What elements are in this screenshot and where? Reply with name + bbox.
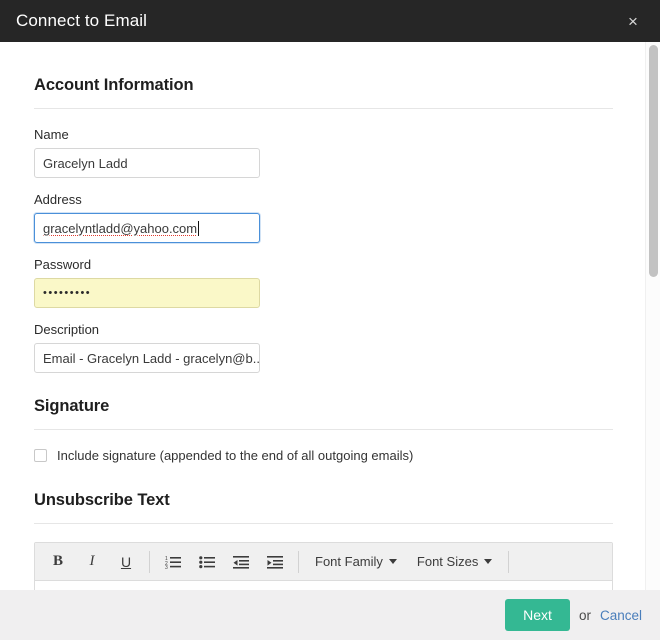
editor-text-area[interactable] — [35, 581, 612, 590]
close-icon[interactable]: × — [624, 12, 642, 30]
chevron-down-icon-2 — [484, 559, 493, 564]
bullet-list-icon[interactable] — [190, 547, 224, 577]
include-signature-checkbox[interactable] — [34, 449, 47, 462]
dialog-footer: Next or Cancel — [0, 590, 660, 640]
font-sizes-label: Font Sizes — [416, 554, 479, 569]
chevron-down-icon — [388, 559, 397, 564]
description-label: Description — [34, 322, 100, 337]
address-input[interactable]: gracelyntladd@yahoo.com — [34, 213, 260, 243]
unsubscribe-divider — [34, 523, 613, 524]
address-field-group: Address gracelyntladd@yahoo.com — [34, 192, 626, 243]
description-input-value: Email - Gracelyn Ladd - gracelyn@b... — [43, 350, 260, 366]
dialog-titlebar: Connect to Email × — [0, 0, 660, 42]
include-signature-row[interactable]: Include signature (appended to the end o… — [34, 448, 626, 463]
unsubscribe-heading: Unsubscribe Text — [34, 491, 170, 509]
connect-to-email-dialog: Connect to Email × Account Information N… — [0, 0, 660, 640]
or-label: or — [578, 607, 591, 623]
font-sizes-dropdown[interactable]: Font Sizes — [407, 547, 502, 577]
font-family-label: Font Family — [315, 554, 383, 569]
toolbar-separator-3 — [508, 550, 510, 573]
name-field-group: Name Gracelyn Ladd — [34, 127, 626, 178]
scrollbar-thumb[interactable] — [649, 45, 658, 277]
toolbar-separator-2 — [298, 550, 299, 573]
text-caret — [198, 220, 200, 236]
password-label: Password — [34, 257, 92, 272]
ordered-list-icon[interactable]: 1 2 3 — [156, 547, 190, 577]
dialog-title: Connect to Email — [16, 11, 148, 30]
indent-icon[interactable] — [258, 547, 292, 577]
italic-icon[interactable]: I — [75, 547, 109, 577]
vertical-scrollbar[interactable] — [645, 42, 660, 590]
account-information-heading: Account Information — [34, 76, 194, 94]
next-button[interactable]: Next — [505, 599, 570, 631]
signature-divider — [34, 429, 613, 430]
signature-heading: Signature — [34, 397, 110, 415]
unsubscribe-editor: B I U 1 2 3 Font Family Font Sizes — [34, 542, 613, 590]
description-field-group: Description Email - Gracelyn Ladd - grac… — [34, 322, 626, 373]
description-input[interactable]: Email - Gracelyn Ladd - gracelyn@b... — [34, 343, 260, 373]
editor-toolbar: B I U 1 2 3 Font Family Font Sizes — [35, 543, 612, 581]
name-input[interactable]: Gracelyn Ladd — [34, 148, 260, 178]
toolbar-separator — [149, 550, 150, 573]
name-label: Name — [34, 127, 69, 142]
bold-icon[interactable]: B — [41, 547, 75, 577]
name-input-value: Gracelyn Ladd — [43, 155, 128, 171]
password-field-group: Password ••••••••• — [34, 257, 626, 308]
font-family-dropdown[interactable]: Font Family — [305, 547, 407, 577]
password-input[interactable]: ••••••••• — [34, 278, 260, 308]
address-input-value: gracelyntladd@yahoo.com — [43, 220, 198, 236]
account-divider — [34, 108, 613, 109]
dialog-body: Account Information Name Gracelyn Ladd A… — [0, 42, 660, 590]
underline-icon[interactable]: U — [109, 547, 143, 577]
include-signature-label: Include signature (appended to the end o… — [57, 448, 414, 463]
password-input-value: ••••••••• — [43, 287, 92, 299]
unsubscribe-section: Unsubscribe Text B I U 1 2 3 Font Family… — [34, 491, 626, 590]
cancel-link[interactable]: Cancel — [600, 608, 642, 623]
outdent-icon[interactable] — [224, 547, 258, 577]
address-label: Address — [34, 192, 82, 207]
svg-text:3: 3 — [165, 565, 168, 569]
signature-section: Signature Include signature (appended to… — [34, 397, 626, 463]
dialog-content: Account Information Name Gracelyn Ladd A… — [0, 42, 626, 590]
